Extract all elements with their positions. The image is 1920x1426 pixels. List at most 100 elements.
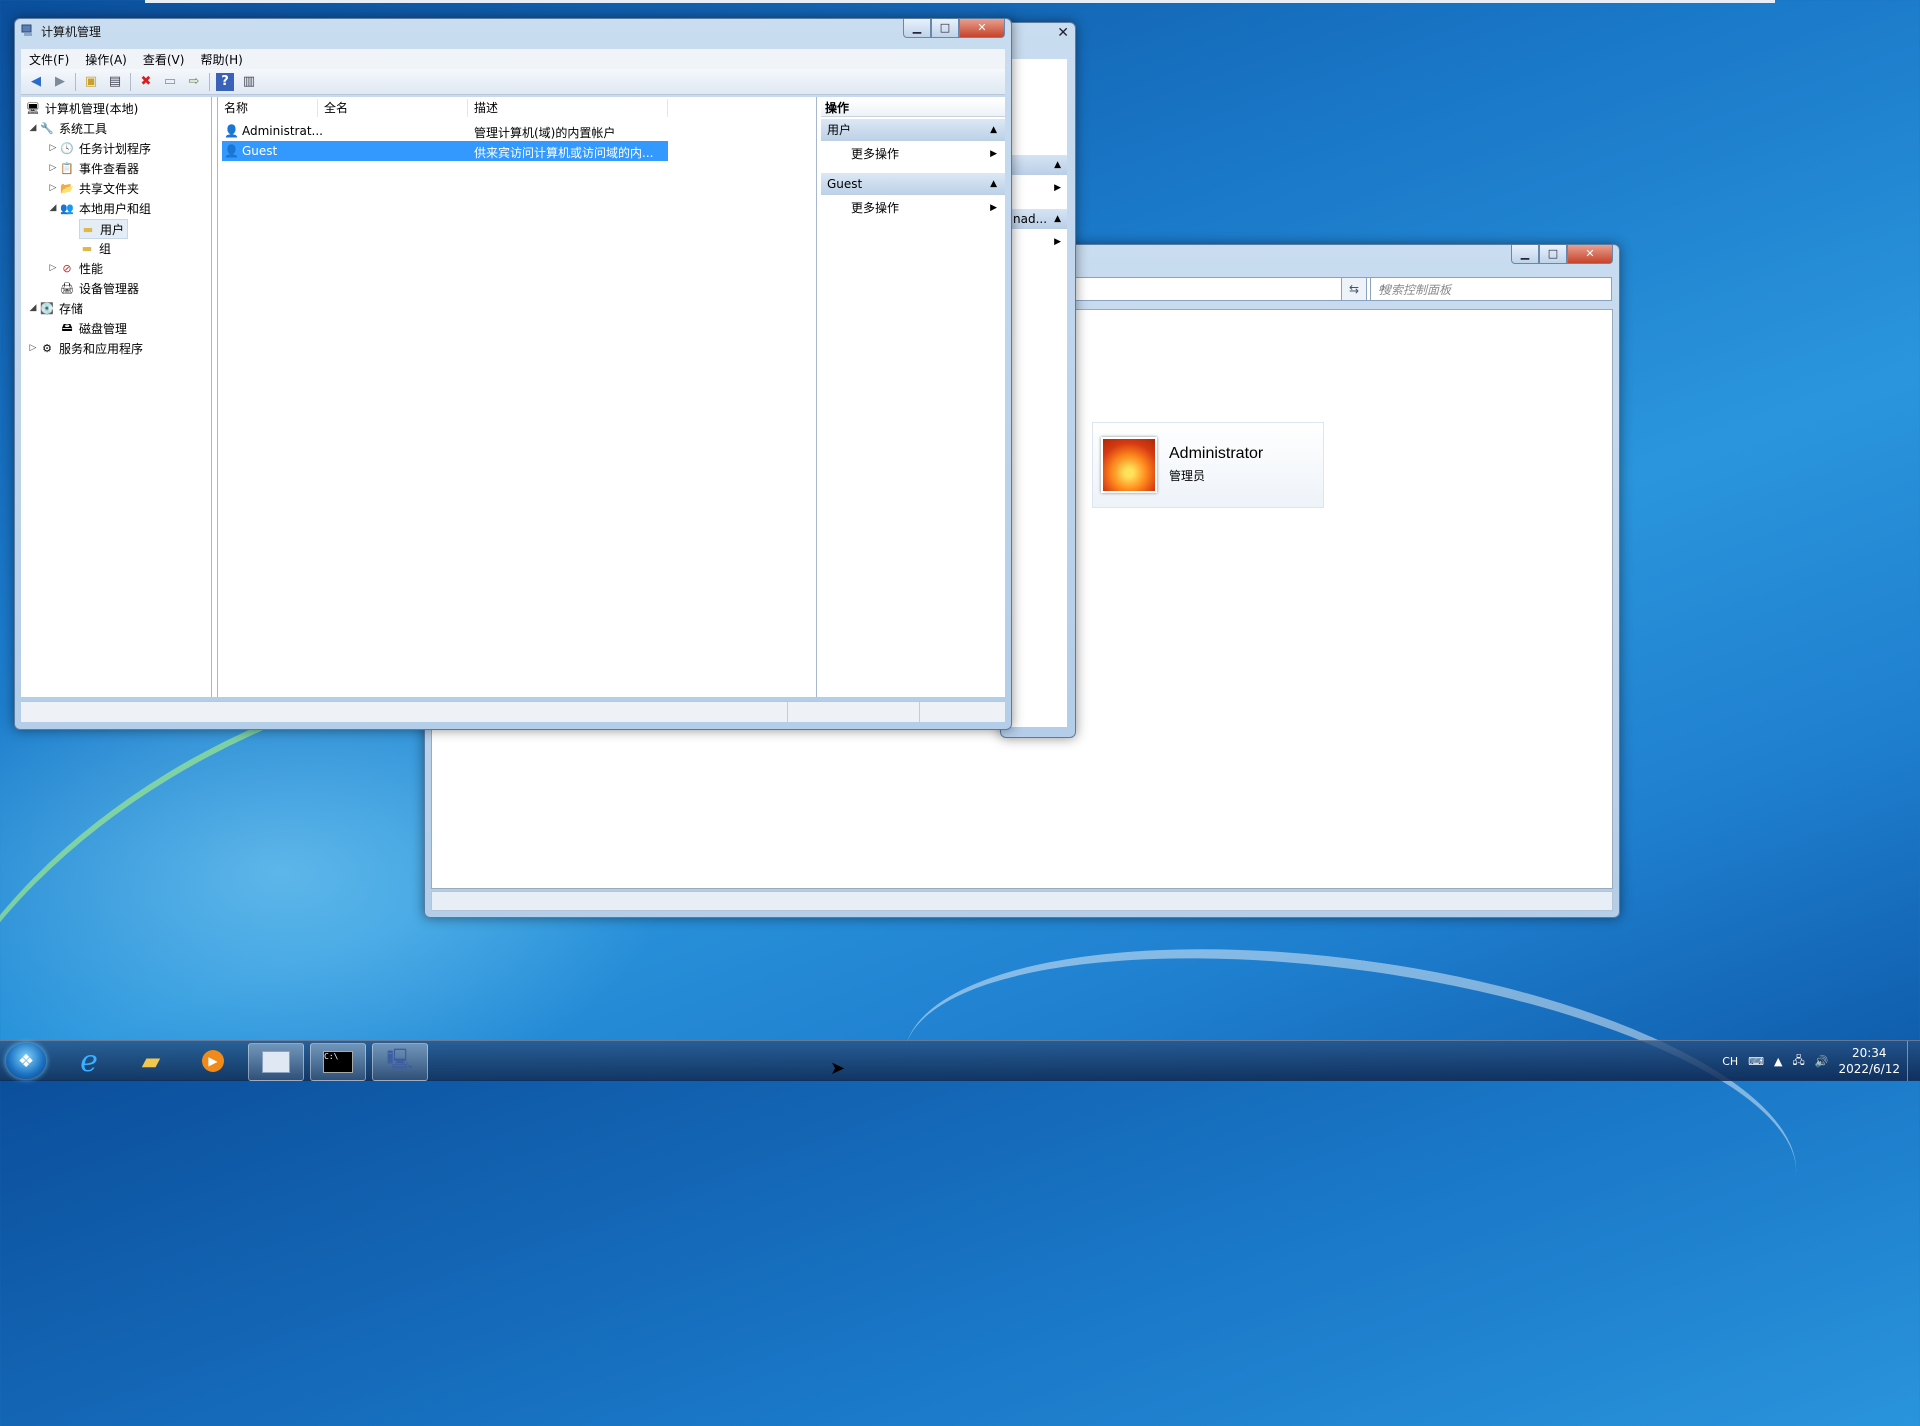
tree-node-label: 计算机管理(本地) xyxy=(45,101,139,116)
user-account-card[interactable]: Administrator 管理员 xyxy=(1092,422,1324,508)
taskbar-explorer[interactable]: ▰ xyxy=(124,1043,178,1079)
properties-icon[interactable]: ▭ xyxy=(161,73,179,91)
taskbar-cmd[interactable]: C:\ xyxy=(310,1043,366,1081)
action-item-label: 更多操作 xyxy=(851,201,900,215)
action-section-guest[interactable]: Guest ▲ xyxy=(821,173,1005,195)
keyboard-icon[interactable]: ⌨ xyxy=(1748,1055,1764,1068)
show-hide-tree-icon[interactable]: ▤ xyxy=(106,73,124,91)
minimize-button[interactable]: ▁ xyxy=(1511,245,1539,264)
taskbar-media-player[interactable]: ▶ xyxy=(186,1043,240,1079)
collapse-icon[interactable]: ◢ xyxy=(27,303,39,313)
tree-node-label: 设备管理器 xyxy=(79,281,140,296)
expand-icon[interactable]: ▷ xyxy=(47,163,59,173)
tree-node-storage[interactable]: ◢ 💽 存储 xyxy=(27,299,83,317)
shared-folder-icon: 📂 xyxy=(60,181,74,195)
tree-node-label: 系统工具 xyxy=(59,121,108,136)
collapse-icon[interactable]: ◢ xyxy=(27,123,39,133)
taskbar-internet-explorer[interactable]: e xyxy=(62,1043,116,1079)
tree-node-system-tools[interactable]: ◢ 🔧 系统工具 xyxy=(27,119,107,137)
close-button[interactable]: ✕ xyxy=(1567,245,1613,264)
network-icon[interactable]: 🖧 xyxy=(1793,1052,1805,1071)
chevron-right-icon[interactable]: ▶ xyxy=(1054,183,1061,193)
delete-icon[interactable]: ✖ xyxy=(137,73,155,91)
collapse-icon[interactable]: ▲ xyxy=(990,119,997,141)
close-icon[interactable]: ✕ xyxy=(1057,25,1069,41)
folder-icon: ▰ xyxy=(141,1047,161,1075)
table-row[interactable]: 👤 Administrat... 管理计算机(域)的内置帐户 xyxy=(222,121,668,141)
collapse-icon[interactable]: ▲ xyxy=(1054,214,1061,224)
table-row-selected[interactable]: 👤 Guest 供来宾访问计算机或访问域的内... xyxy=(222,141,668,161)
clock[interactable]: 20:34 2022/6/12 xyxy=(1838,1045,1900,1077)
more-actions-guest[interactable]: 更多操作 ▶ xyxy=(821,197,1005,219)
tree-node-services-applications[interactable]: ▷ ⚙ 服务和应用程序 xyxy=(27,339,143,357)
column-header-name[interactable]: 名称 xyxy=(218,99,318,117)
language-indicator[interactable]: CH xyxy=(1722,1055,1738,1068)
tree-node-shared-folders[interactable]: ▷ 📂 共享文件夹 xyxy=(47,179,139,197)
window-controls: ▁ □ ✕ xyxy=(1511,245,1613,264)
tree-node-groups[interactable]: ▬ 组 xyxy=(79,239,111,257)
tree-node-local-users-groups[interactable]: ◢ 👥 本地用户和组 xyxy=(47,199,151,217)
tree-node-label: 磁盘管理 xyxy=(79,321,128,336)
row-description: 管理计算机(域)的内置帐户 xyxy=(474,126,616,140)
computer-management-window[interactable]: 计算机管理 ▁ □ ✕ 文件(F) 操作(A) 查看(V) 帮助(H) ◀ ▶ … xyxy=(14,18,1012,730)
collapse-icon[interactable]: ▲ xyxy=(990,173,997,195)
start-button[interactable]: ❖ xyxy=(6,1043,46,1079)
tree-node-performance[interactable]: ▷ ⊘ 性能 xyxy=(47,259,103,277)
collapse-icon[interactable]: ▲ xyxy=(1054,160,1061,170)
minimize-button[interactable]: ▁ xyxy=(903,19,931,38)
close-button[interactable]: ✕ xyxy=(959,19,1005,38)
show-action-pane-icon[interactable]: ▥ xyxy=(240,73,258,91)
show-desktop-button[interactable] xyxy=(1907,1041,1920,1081)
menu-help[interactable]: 帮助(H) xyxy=(192,51,250,68)
tree-node-task-scheduler[interactable]: ▷ 🕓 任务计划程序 xyxy=(47,139,151,157)
volume-icon[interactable]: 🔊 xyxy=(1815,1055,1829,1068)
up-folder-icon[interactable]: ▣ xyxy=(82,73,100,91)
row-name: Administrat... xyxy=(242,124,322,138)
actions-header: 操作 xyxy=(821,99,1005,117)
more-actions-users[interactable]: 更多操作 ▶ xyxy=(821,143,1005,165)
tree-node-disk-management[interactable]: 🖴 磁盘管理 xyxy=(59,319,127,337)
taskbar-computer-management[interactable]: 🖳 xyxy=(372,1043,428,1081)
users-list: 名称 全名 描述 👤 Administrat... 管理计算机(域)的内置帐户 … xyxy=(217,97,817,697)
tree-node-computer-management[interactable]: 🖥 计算机管理(本地) xyxy=(25,99,138,117)
row-name: Guest xyxy=(242,144,278,158)
collapse-icon[interactable]: ◢ xyxy=(47,203,59,213)
taskbar-control-panel[interactable] xyxy=(248,1043,304,1081)
export-list-icon[interactable]: ⇨ xyxy=(185,73,203,91)
mouse-cursor-icon: ➤ xyxy=(830,1058,846,1079)
back-arrow-icon[interactable]: ◀ xyxy=(27,73,45,91)
computer-management-icon: 🖥 xyxy=(26,101,40,115)
search-icon[interactable]: ⌕ xyxy=(1379,280,1605,295)
tree-node-device-manager[interactable]: 🖨 设备管理器 xyxy=(59,279,139,297)
maximize-button[interactable]: □ xyxy=(931,19,959,38)
menu-view[interactable]: 查看(V) xyxy=(135,51,193,68)
tree-node-users[interactable]: ▬ 用户 xyxy=(79,219,129,239)
tree-node-event-viewer[interactable]: ▷ 📋 事件查看器 xyxy=(47,159,139,177)
expand-icon[interactable]: ▷ xyxy=(47,183,59,193)
menu-action[interactable]: 操作(A) xyxy=(77,51,135,68)
status-divider xyxy=(787,702,788,722)
forward-arrow-icon[interactable]: ▶ xyxy=(51,73,69,91)
search-input[interactable]: 搜索控制面板 ⌕ xyxy=(1370,277,1612,301)
expand-icon[interactable]: ▷ xyxy=(47,143,59,153)
navigation-tree: 🖥 计算机管理(本地) ◢ 🔧 系统工具 ▷ 🕓 任务计划程序 ▷ 📋 事件查看… xyxy=(21,97,212,697)
expand-icon[interactable]: ▷ xyxy=(47,263,59,273)
maximize-button[interactable]: □ xyxy=(1539,245,1567,264)
action-section-users[interactable]: 用户 ▲ xyxy=(821,119,1005,141)
refresh-icon[interactable]: ⇆ xyxy=(1341,277,1367,301)
disk-icon: 🖴 xyxy=(61,320,73,334)
menu-file[interactable]: 文件(F) xyxy=(21,51,77,68)
services-icon: ⚙ xyxy=(42,341,52,355)
user-icon: 👤 xyxy=(224,144,239,158)
expand-icon[interactable]: ▷ xyxy=(27,343,39,353)
truncated-label: nad... xyxy=(1013,212,1048,226)
performance-icon: ⊘ xyxy=(62,261,72,275)
clock-time: 20:34 xyxy=(1851,1046,1887,1060)
chevron-right-icon: ▶ xyxy=(990,203,997,213)
help-icon[interactable]: ? xyxy=(216,72,234,91)
column-header-fullname[interactable]: 全名 xyxy=(318,99,468,117)
column-header-description[interactable]: 描述 xyxy=(468,99,668,117)
show-hidden-icons-icon[interactable]: ▲ xyxy=(1774,1055,1782,1068)
cmd-icon: C:\ xyxy=(323,1051,353,1073)
chevron-right-icon[interactable]: ▶ xyxy=(1054,237,1061,247)
